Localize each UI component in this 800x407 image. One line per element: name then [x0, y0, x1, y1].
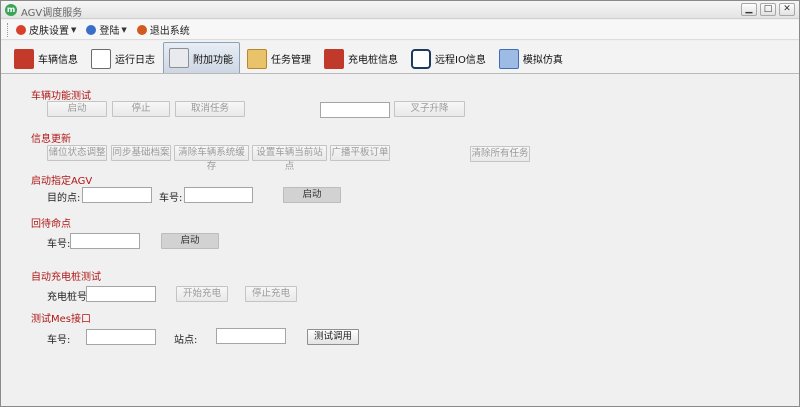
charger-test-title: 自动充电桩测试: [31, 272, 101, 283]
broadcast-tablet-order-button[interactable]: 广播平板订单: [330, 145, 390, 161]
login-icon: [86, 24, 97, 35]
standby-car-number-label: 车号:: [47, 239, 71, 250]
palette-icon: [16, 24, 26, 35]
tab-simulation[interactable]: 模拟仿真: [494, 44, 569, 73]
log-icon: [91, 48, 111, 69]
addon-icon: [169, 48, 189, 68]
fork-value-input[interactable]: [320, 102, 390, 118]
maximize-button[interactable]: □: [760, 3, 776, 16]
destination-label: 目的点:: [47, 193, 81, 204]
return-standby-button[interactable]: 启动: [161, 233, 219, 249]
vehicle-stop-button[interactable]: 停止: [112, 101, 170, 117]
destination-input[interactable]: [82, 187, 152, 203]
info-update-title: 信息更新: [31, 134, 71, 145]
addon-functions-panel: 车辆功能测试 启动 停止 取消任务 叉子升降 信息更新 储位状态调整 同步基础档…: [1, 75, 799, 406]
simulation-icon: [498, 48, 519, 69]
tab-run-log[interactable]: 运行日志: [86, 44, 161, 73]
exit-icon: [136, 24, 147, 35]
vehicle-start-button[interactable]: 启动: [47, 101, 107, 117]
title-bar: m AGV调度服务 ▁ □ ✕: [1, 1, 799, 19]
mes-car-number-input[interactable]: [86, 329, 156, 345]
cancel-task-button[interactable]: 取消任务: [175, 101, 245, 117]
sync-base-archive-button[interactable]: 同步基础档案: [111, 145, 171, 161]
app-logo-icon: m: [5, 4, 17, 16]
dropdown-caret-icon: ▼: [71, 25, 77, 34]
clear-all-tasks-button[interactable]: 清除所有任务: [470, 146, 530, 162]
dropdown-caret-icon: ▼: [121, 25, 127, 34]
charger-pile-input[interactable]: [86, 286, 156, 302]
fork-lift-button[interactable]: 叉子升降: [394, 101, 465, 117]
tab-addon-functions[interactable]: 附加功能: [163, 42, 240, 73]
clear-vehicle-cache-button[interactable]: 清除车辆系统缓存: [174, 145, 249, 172]
start-agv-button[interactable]: 启动: [283, 187, 341, 203]
minimize-button[interactable]: ▁: [741, 3, 757, 16]
task-icon: [247, 48, 267, 69]
return-standby-title: 回待命点: [31, 219, 71, 230]
tab-charger-info[interactable]: 充电桩信息: [319, 44, 404, 73]
mes-station-label: 站点:: [174, 335, 198, 346]
start-charge-button[interactable]: 开始充电: [176, 286, 228, 302]
standby-car-number-input[interactable]: [70, 233, 140, 249]
tab-task-management[interactable]: 任务管理: [242, 44, 317, 73]
vehicle-test-title: 车辆功能测试: [31, 91, 91, 102]
menu-skin-settings[interactable]: 皮肤设置 ▼: [16, 22, 76, 37]
storage-status-adjust-button[interactable]: 储位状态调整: [47, 145, 107, 161]
mes-test-title: 测试Mes接口: [31, 314, 91, 325]
app-window: m AGV调度服务 ▁ □ ✕ 皮肤设置 ▼ 登陆 ▼ 退出系统 车辆信息 运行…: [0, 0, 800, 407]
agv-car-number-label: 车号:: [159, 193, 183, 204]
menu-login[interactable]: 登陆 ▼: [86, 22, 127, 37]
remote-io-icon: [411, 48, 431, 69]
mes-car-number-label: 车号:: [47, 335, 71, 346]
window-title: AGV调度服务: [21, 8, 83, 19]
test-call-button[interactable]: 测试调用: [307, 329, 359, 345]
agv-car-number-input[interactable]: [184, 187, 253, 203]
charger-icon: [324, 48, 344, 69]
tab-remote-io-info[interactable]: 远程IO信息: [406, 44, 492, 73]
set-vehicle-station-button[interactable]: 设置车辆当前站点: [252, 145, 327, 172]
close-button[interactable]: ✕: [779, 3, 795, 16]
menu-bar: 皮肤设置 ▼ 登陆 ▼ 退出系统: [1, 20, 799, 40]
toolbar-grip[interactable]: [7, 22, 10, 37]
tab-vehicle-info[interactable]: 车辆信息: [9, 44, 84, 73]
vehicle-icon: [14, 48, 34, 69]
menu-exit-system[interactable]: 退出系统: [136, 22, 190, 37]
mes-station-input[interactable]: [216, 328, 286, 344]
start-agv-title: 启动指定AGV: [31, 176, 93, 187]
main-tabs: 车辆信息 运行日志 附加功能 任务管理 充电桩信息 远程IO信息 模拟仿真: [1, 41, 799, 74]
charger-pile-label: 充电桩号:: [47, 292, 91, 303]
stop-charge-button[interactable]: 停止充电: [245, 286, 297, 302]
